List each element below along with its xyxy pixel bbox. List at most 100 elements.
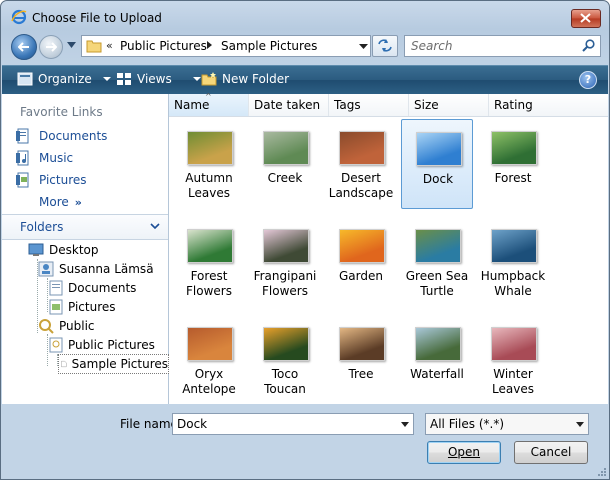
breadcrumb-overflow[interactable]: « (106, 39, 113, 52)
file-name: Toco Toucan (249, 367, 321, 397)
image-thumbnail (339, 327, 385, 361)
folder-icon (49, 337, 63, 353)
close-button[interactable] (571, 9, 601, 28)
user-folder-icon (38, 261, 54, 277)
cancel-button[interactable]: Cancel (514, 441, 588, 464)
file-name-value: Dock (177, 417, 208, 431)
file-item[interactable]: Garden (325, 217, 397, 307)
file-name-line2: Flowers (262, 284, 308, 298)
tree-item-public[interactable]: Public (38, 317, 95, 335)
favorite-links-heading: Favorite Links (20, 105, 103, 119)
forward-button[interactable] (39, 35, 63, 59)
breadcrumb-arrow-icon[interactable] (207, 41, 212, 49)
file-name-input[interactable]: Dock (172, 413, 414, 435)
tree-item-sample-pictures-label: Sample Pictures (71, 357, 168, 371)
file-name: Forest (477, 171, 549, 186)
address-dropdown-icon[interactable] (359, 44, 368, 49)
file-item[interactable]: Oryx Antelope (173, 315, 245, 405)
views-button[interactable]: Views (116, 72, 201, 86)
folders-heading: Folders (20, 220, 64, 234)
organize-icon (17, 72, 33, 86)
file-name-line1: Forest (190, 269, 228, 283)
resize-grip-icon[interactable] (597, 467, 607, 477)
address-bar[interactable]: « Public Pictures Sample Pictures (81, 35, 371, 57)
views-icon (117, 73, 131, 85)
column-size-label: Size (414, 98, 439, 112)
breadcrumb-public-pictures[interactable]: Public Pictures (120, 39, 207, 53)
image-thumbnail (491, 327, 537, 361)
tree-item-desktop-label: Desktop (49, 243, 99, 257)
tree-item-pictures[interactable]: Pictures (49, 298, 116, 316)
column-date-taken[interactable]: Date taken (249, 94, 329, 116)
file-name-line2: Whale (494, 284, 532, 298)
file-item[interactable]: Waterfall (401, 315, 473, 405)
column-headers: ^ Name Date taken Tags Size Rating (169, 92, 608, 117)
image-thumbnail (187, 131, 233, 165)
favorite-documents[interactable]: Documents (16, 127, 107, 145)
organize-label: Organize (38, 72, 92, 86)
file-name-line2: Flowers (186, 284, 232, 298)
tree-item-user[interactable]: Susanna Lämsä (38, 260, 154, 278)
tree-item-documents[interactable]: Documents (49, 279, 136, 297)
file-item[interactable]: Green Sea Turtle (401, 217, 473, 307)
arrow-right-icon (46, 42, 57, 52)
organize-button[interactable]: Organize (17, 72, 111, 86)
file-item[interactable]: Desert Landscape (325, 119, 397, 209)
file-name: Creek (249, 171, 321, 186)
file-name: Oryx Antelope (173, 367, 245, 397)
tree-item-desktop[interactable]: Desktop (28, 241, 99, 259)
search-icon[interactable] (582, 39, 595, 52)
cancel-label: Cancel (530, 445, 572, 459)
help-icon[interactable]: ? (579, 71, 597, 89)
file-name-line1: Creek (267, 171, 303, 185)
image-thumbnail (263, 131, 309, 165)
file-item[interactable]: Forest (477, 119, 549, 209)
folders-toggle[interactable]: Folders (2, 214, 168, 240)
search-input[interactable]: Search (404, 35, 601, 57)
file-name-line1: Autumn (185, 171, 233, 185)
file-item[interactable]: Winter Leaves (477, 315, 549, 405)
image-thumbnail (187, 327, 233, 361)
file-name-line2: Antelope (182, 382, 236, 396)
refresh-button[interactable] (372, 35, 398, 57)
tree-item-public-pictures[interactable]: Public Pictures (49, 336, 155, 354)
image-thumbnail (187, 229, 233, 263)
file-name: Humpback Whale (477, 269, 549, 299)
column-size[interactable]: Size (409, 94, 489, 116)
breadcrumb-sample-pictures[interactable]: Sample Pictures (221, 39, 317, 53)
open-label: Open (447, 445, 481, 459)
file-item[interactable]: Creek (249, 119, 321, 209)
file-type-select[interactable]: All Files (*.*) (425, 413, 589, 435)
file-name-line2: Leaves (188, 186, 230, 200)
file-name-line1: Waterfall (410, 367, 464, 381)
file-item[interactable]: Forest Flowers (173, 217, 245, 307)
recent-pages-dropdown[interactable] (67, 42, 76, 48)
more-link[interactable]: More » (39, 195, 82, 209)
file-name-line1: Dock (422, 172, 454, 186)
file-item[interactable]: Frangipani Flowers (249, 217, 321, 307)
file-name: Frangipani Flowers (249, 269, 321, 299)
file-item[interactable]: Tree (325, 315, 397, 405)
column-rating[interactable]: Rating (489, 94, 608, 116)
organize-caret-icon (102, 77, 111, 81)
file-item[interactable]: Autumn Leaves (173, 119, 245, 209)
views-label: Views (137, 72, 172, 86)
image-thumbnail (415, 327, 461, 361)
file-name-dropdown-icon[interactable] (401, 422, 409, 427)
file-name-line1: Oryx (194, 367, 224, 381)
file-item[interactable]: Dock (401, 119, 473, 209)
favorite-music[interactable]: Music (16, 149, 73, 167)
file-item[interactable]: Humpback Whale (477, 217, 549, 307)
column-tags[interactable]: Tags (329, 94, 409, 116)
back-button[interactable] (11, 34, 37, 60)
column-name[interactable]: ^ Name (169, 92, 249, 116)
favorite-pictures[interactable]: Pictures (16, 171, 87, 189)
search-placeholder: Search (411, 39, 453, 53)
new-folder-button[interactable]: New Folder (201, 72, 289, 86)
image-thumbnail (416, 132, 462, 166)
open-button[interactable]: Open (427, 441, 501, 464)
column-date-taken-label: Date taken (254, 98, 321, 112)
tree-item-sample-pictures[interactable]: Sample Pictures (58, 354, 169, 374)
sort-ascending-icon: ^ (205, 92, 212, 101)
file-item[interactable]: Toco Toucan (249, 315, 321, 405)
